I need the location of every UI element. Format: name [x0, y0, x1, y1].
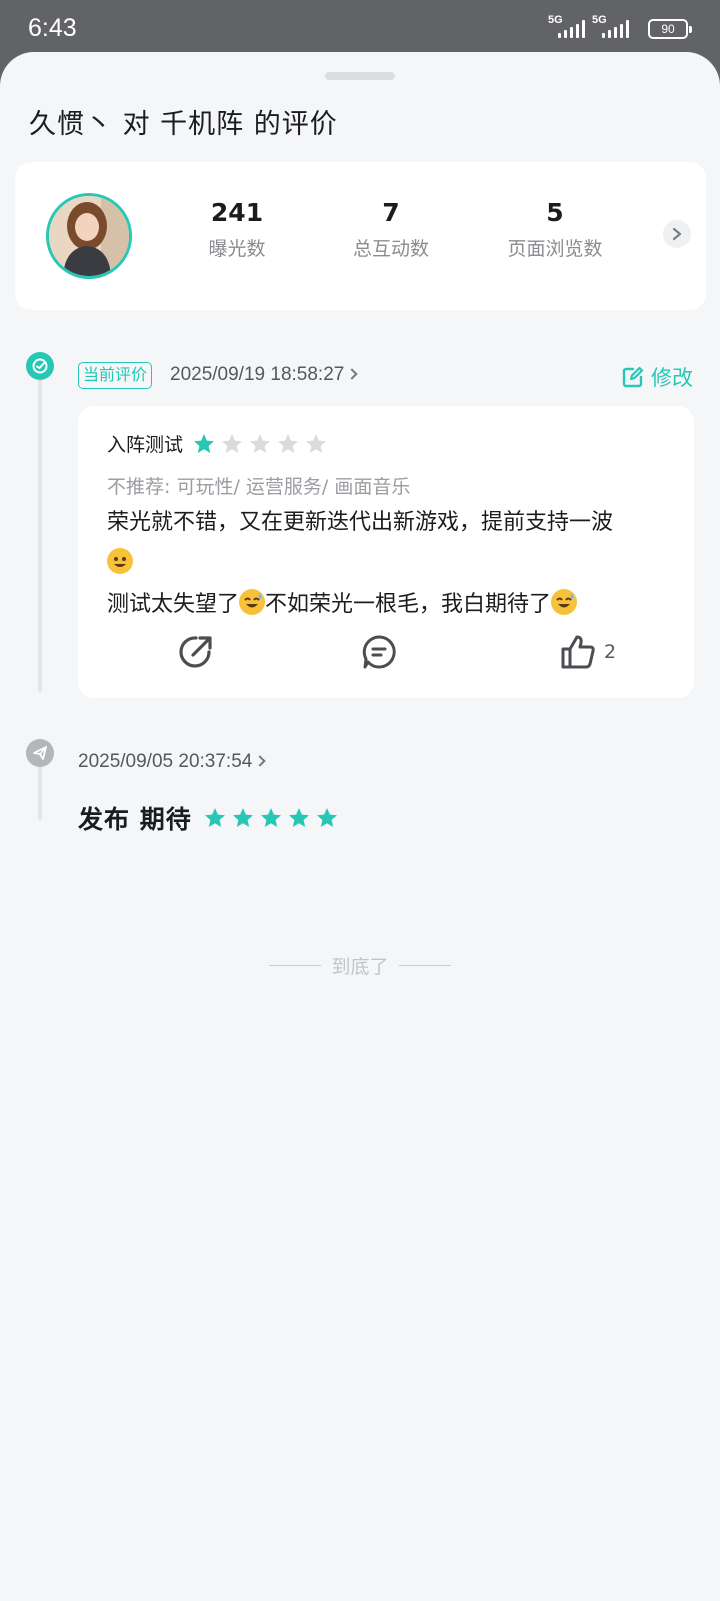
stat-pageviews-label: 页面浏览数	[507, 238, 603, 260]
divider	[398, 965, 451, 966]
comment-button[interactable]	[359, 632, 399, 672]
stats-card[interactable]: 241 曝光数 7 总互动数 5 页面浏览数	[15, 162, 706, 310]
star-empty-icon	[222, 433, 243, 453]
star-rating	[191, 432, 329, 456]
page-title: 久惯丶 对 千机阵 的评价	[29, 109, 338, 140]
review-text-line2a: 测试太失望了	[107, 592, 240, 617]
star-empty-icon	[306, 433, 327, 453]
review-text: 荣光就不错，又在更新迭代出新游戏，提前支持一波 测试太失望了 不如荣光一根毛，我…	[107, 502, 672, 625]
stat-exposure-label: 曝光数	[208, 238, 266, 260]
avatar	[46, 193, 132, 279]
publish-entry: 发布 期待	[78, 800, 340, 836]
battery-icon: 90	[648, 19, 692, 39]
review-card[interactable]: 入阵测试 不推荐: 可玩性/ 运营服务/ 画面音乐 荣光就不错，又在更新迭代出新…	[78, 406, 694, 698]
star-filled-icon	[232, 808, 253, 827]
stat-exposure: 241 曝光数	[167, 198, 307, 261]
review-history-sheet: 久惯丶 对 千机阵 的评价 241 曝光数 7 总互动数 5 页面浏览数 当前评…	[0, 52, 720, 1601]
earlier-timestamp-text: 2025/09/05 20:37:54	[78, 751, 253, 772]
stat-interactions: 7 总互动数	[321, 198, 461, 261]
share-button[interactable]	[176, 632, 216, 672]
smiley-emoji-icon	[107, 548, 133, 574]
stat-pageviews-value: 5	[546, 198, 564, 227]
comment-icon	[362, 635, 396, 669]
current-review-badge: 当前评价	[78, 362, 153, 389]
send-icon	[26, 739, 54, 767]
review-actions: 2	[78, 632, 694, 676]
share-icon	[179, 636, 212, 668]
status-bar: 6:43 5G 5G 90	[0, 0, 720, 56]
star-empty-icon	[250, 433, 271, 453]
review-section-label: 入阵测试	[107, 434, 184, 456]
signal-icon-2: 5G	[592, 14, 630, 42]
current-review-timestamp[interactable]: 2025/09/19 18:58:27	[170, 364, 359, 386]
signal-icon: 5G	[548, 14, 586, 42]
edit-label: 修改	[651, 366, 693, 390]
sweat-smile-emoji-icon	[239, 589, 266, 615]
star-filled-icon	[204, 808, 225, 827]
star-filled-icon	[194, 433, 215, 453]
status-time: 6:43	[28, 14, 77, 42]
edit-review-button[interactable]: 修改	[621, 362, 693, 392]
timeline-line	[38, 380, 42, 692]
star-empty-icon	[278, 433, 299, 453]
drag-handle[interactable]	[325, 72, 395, 80]
review-header: 入阵测试	[107, 430, 329, 457]
star-rating	[202, 806, 340, 830]
publish-action-label: 发布 期待	[78, 805, 192, 834]
thumbs-up-icon	[561, 635, 595, 669]
stat-interactions-value: 7	[382, 198, 400, 227]
review-text-line1: 荣光就不错，又在更新迭代出新游戏，提前支持一波	[107, 510, 614, 535]
chevron-right-icon	[346, 368, 359, 380]
chevron-right-icon	[254, 755, 267, 767]
star-filled-icon	[316, 808, 337, 827]
stat-exposure-value: 241	[210, 198, 264, 227]
star-filled-icon	[260, 808, 281, 827]
stat-pageviews: 5 页面浏览数	[485, 198, 625, 261]
review-text-line2b: 不如荣光一根毛，我白期待了	[265, 592, 552, 617]
stat-interactions-label: 总互动数	[352, 238, 429, 260]
edit-icon	[622, 366, 644, 388]
timeline-line-2	[38, 766, 42, 820]
current-review-timestamp-text: 2025/09/19 18:58:27	[170, 364, 345, 385]
like-button[interactable]: 2	[558, 632, 616, 672]
like-count: 2	[604, 641, 617, 663]
chevron-right-icon[interactable]	[663, 220, 691, 248]
divider	[269, 965, 322, 966]
end-of-list: 到底了	[0, 952, 720, 979]
star-filled-icon	[288, 808, 309, 827]
sweat-smile-emoji-icon	[551, 589, 578, 615]
review-tags: 不推荐: 可玩性/ 运营服务/ 画面音乐	[107, 476, 411, 498]
end-of-list-text: 到底了	[331, 956, 389, 978]
edit-check-icon	[26, 352, 54, 380]
earlier-timestamp[interactable]: 2025/09/05 20:37:54	[78, 751, 267, 773]
